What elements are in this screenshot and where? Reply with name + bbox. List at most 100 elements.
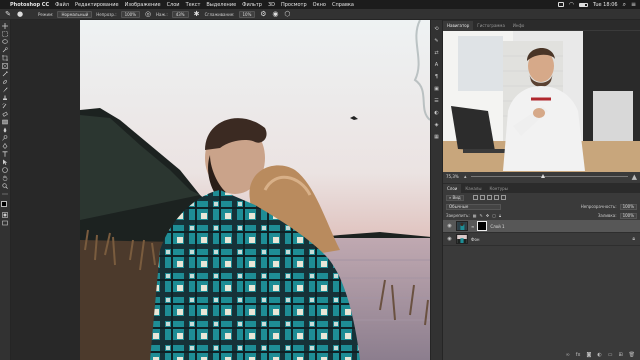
filter-shape-icon[interactable] (493, 195, 499, 200)
add-mask-icon[interactable]: ◙ (586, 352, 591, 358)
shape-tool-icon[interactable] (1, 167, 9, 173)
adjustment-layer-icon[interactable]: ◐ (597, 352, 601, 358)
eraser-tool-icon[interactable] (1, 111, 9, 117)
clone-stamp-tool-icon[interactable] (1, 95, 9, 101)
history-brush-tool-icon[interactable] (1, 103, 9, 109)
pen-tool-icon[interactable] (1, 143, 9, 149)
tab-navigator[interactable]: Навигатор (443, 21, 474, 30)
lock-move-icon[interactable]: ✥ (486, 213, 489, 218)
crop-tool-icon[interactable] (1, 55, 9, 61)
brush-tool-icon[interactable]: ✎ (4, 10, 12, 18)
layer-style-icon[interactable]: fx (576, 352, 581, 358)
layer-filter-select[interactable]: ⌕ Вид (446, 194, 464, 201)
menu-3d[interactable]: 3D (268, 2, 275, 8)
chain-icon[interactable]: ∞ (471, 224, 474, 229)
quick-mask-icon[interactable] (1, 212, 9, 218)
screen-icon[interactable] (557, 2, 564, 7)
hand-tool-icon[interactable] (1, 175, 9, 181)
mode-select[interactable]: Нормальный (57, 10, 93, 18)
fill-field[interactable]: 100% (619, 212, 637, 219)
opacity-field[interactable]: 100% (120, 10, 140, 18)
zoom-tool-icon[interactable] (1, 183, 9, 189)
menu-file[interactable]: Файл (55, 2, 69, 8)
battery-icon[interactable] (579, 2, 589, 7)
document-image[interactable] (80, 20, 430, 360)
blend-mode-select[interactable]: Обычные (446, 203, 501, 210)
clock[interactable]: Tue 18:06 (593, 2, 618, 8)
tab-layers[interactable]: Слои (443, 184, 462, 193)
layer-opacity-field[interactable]: 100% (619, 203, 637, 210)
new-group-icon[interactable]: ▭ (608, 352, 613, 358)
gradient-tool-icon[interactable] (1, 119, 9, 125)
brush-preset-icon[interactable]: ● (16, 10, 24, 18)
layer-name[interactable]: Слой 1 (490, 224, 504, 229)
lock-paint-icon[interactable]: ✎ (479, 213, 482, 218)
tab-histogram[interactable]: Гистограмма (473, 21, 509, 30)
path-select-tool-icon[interactable] (1, 159, 9, 165)
menu-filter[interactable]: Фильтр (242, 2, 262, 8)
layer-thumbnail[interactable] (456, 221, 468, 231)
filter-pixel-icon[interactable] (472, 195, 478, 200)
styles-icon[interactable]: ◐ (433, 109, 440, 116)
layer-thumbnail[interactable] (456, 234, 468, 244)
symmetry-icon[interactable]: ⬡ (283, 10, 291, 18)
menu-layers[interactable]: Слои (167, 2, 180, 8)
smoothing-settings-icon[interactable]: ⚙ (259, 10, 267, 18)
move-tool-icon[interactable] (1, 23, 9, 29)
app-menu[interactable]: Photoshop CC (10, 2, 49, 8)
visibility-eye-icon[interactable]: ◉ (446, 223, 453, 229)
screen-mode-icon[interactable] (1, 220, 9, 226)
character-icon[interactable]: A (433, 61, 440, 68)
flow-field[interactable]: 43% (171, 10, 189, 18)
menu-image[interactable]: Изображение (125, 2, 161, 8)
frame-tool-icon[interactable] (1, 63, 9, 69)
tab-paths[interactable]: Контуры (485, 184, 511, 193)
properties-icon[interactable]: ☰ (433, 97, 440, 104)
menu-window[interactable]: Окно (313, 2, 326, 8)
color-swatches[interactable] (0, 201, 10, 210)
filter-type-icon[interactable] (486, 195, 492, 200)
lasso-tool-icon[interactable] (1, 39, 9, 45)
smoothing-field[interactable]: 10% (238, 10, 256, 18)
menu-view[interactable]: Просмотр (281, 2, 307, 8)
zoom-in-icon[interactable]: ▲ (632, 173, 637, 181)
pressure-opacity-icon[interactable]: ◎ (144, 10, 152, 18)
zoom-slider[interactable] (470, 174, 628, 178)
history-icon[interactable]: ⟲ (433, 25, 440, 32)
filter-smart-icon[interactable] (500, 195, 506, 200)
brush-settings-icon[interactable]: ✎ (433, 37, 440, 44)
menu-type[interactable]: Текст (186, 2, 201, 8)
paragraph-icon[interactable]: ¶ (433, 73, 440, 80)
layer-row[interactable]: ◉ ∞ Слой 1 (443, 220, 640, 233)
layer-row[interactable]: ◉ Фон 🔒︎ (443, 233, 640, 246)
zoom-value[interactable]: 75,3% (446, 174, 460, 179)
navigator-preview[interactable] (443, 31, 640, 172)
menu-help[interactable]: Справка (332, 2, 354, 8)
pressure-size-icon[interactable]: ◉ (271, 10, 279, 18)
new-layer-icon[interactable]: ⊞ (618, 352, 622, 358)
link-layers-icon[interactable]: ∞ (566, 352, 570, 358)
marquee-tool-icon[interactable] (1, 31, 9, 37)
swatches-icon[interactable]: ▦ (433, 133, 440, 140)
tab-info[interactable]: Инфо (509, 21, 528, 30)
type-tool-icon[interactable] (1, 151, 9, 157)
menu-list-icon[interactable]: ≡ (631, 1, 636, 8)
foreground-color[interactable] (0, 201, 7, 207)
dodge-tool-icon[interactable] (1, 135, 9, 141)
lock-all-icon[interactable]: 🔒︎ (499, 213, 501, 218)
visibility-eye-icon[interactable]: ◉ (446, 236, 453, 242)
eyedropper-tool-icon[interactable] (1, 71, 9, 77)
quick-select-tool-icon[interactable] (1, 47, 9, 53)
search-icon[interactable]: ⌕ (623, 1, 626, 9)
zoom-out-icon[interactable]: ▴ (464, 174, 467, 180)
filter-adjust-icon[interactable] (479, 195, 485, 200)
blur-tool-icon[interactable] (1, 127, 9, 133)
wifi-icon[interactable]: ◠ (569, 1, 574, 8)
airbrush-icon[interactable]: ✱ (193, 10, 201, 18)
brush-tool-icon[interactable] (1, 87, 9, 93)
more-tools-icon[interactable] (1, 191, 9, 197)
menu-select[interactable]: Выделение (206, 2, 236, 8)
delete-layer-icon[interactable]: 🗑︎ (629, 352, 635, 358)
lock-artboard-icon[interactable]: ▢ (492, 213, 496, 218)
canvas-area[interactable] (11, 20, 430, 360)
